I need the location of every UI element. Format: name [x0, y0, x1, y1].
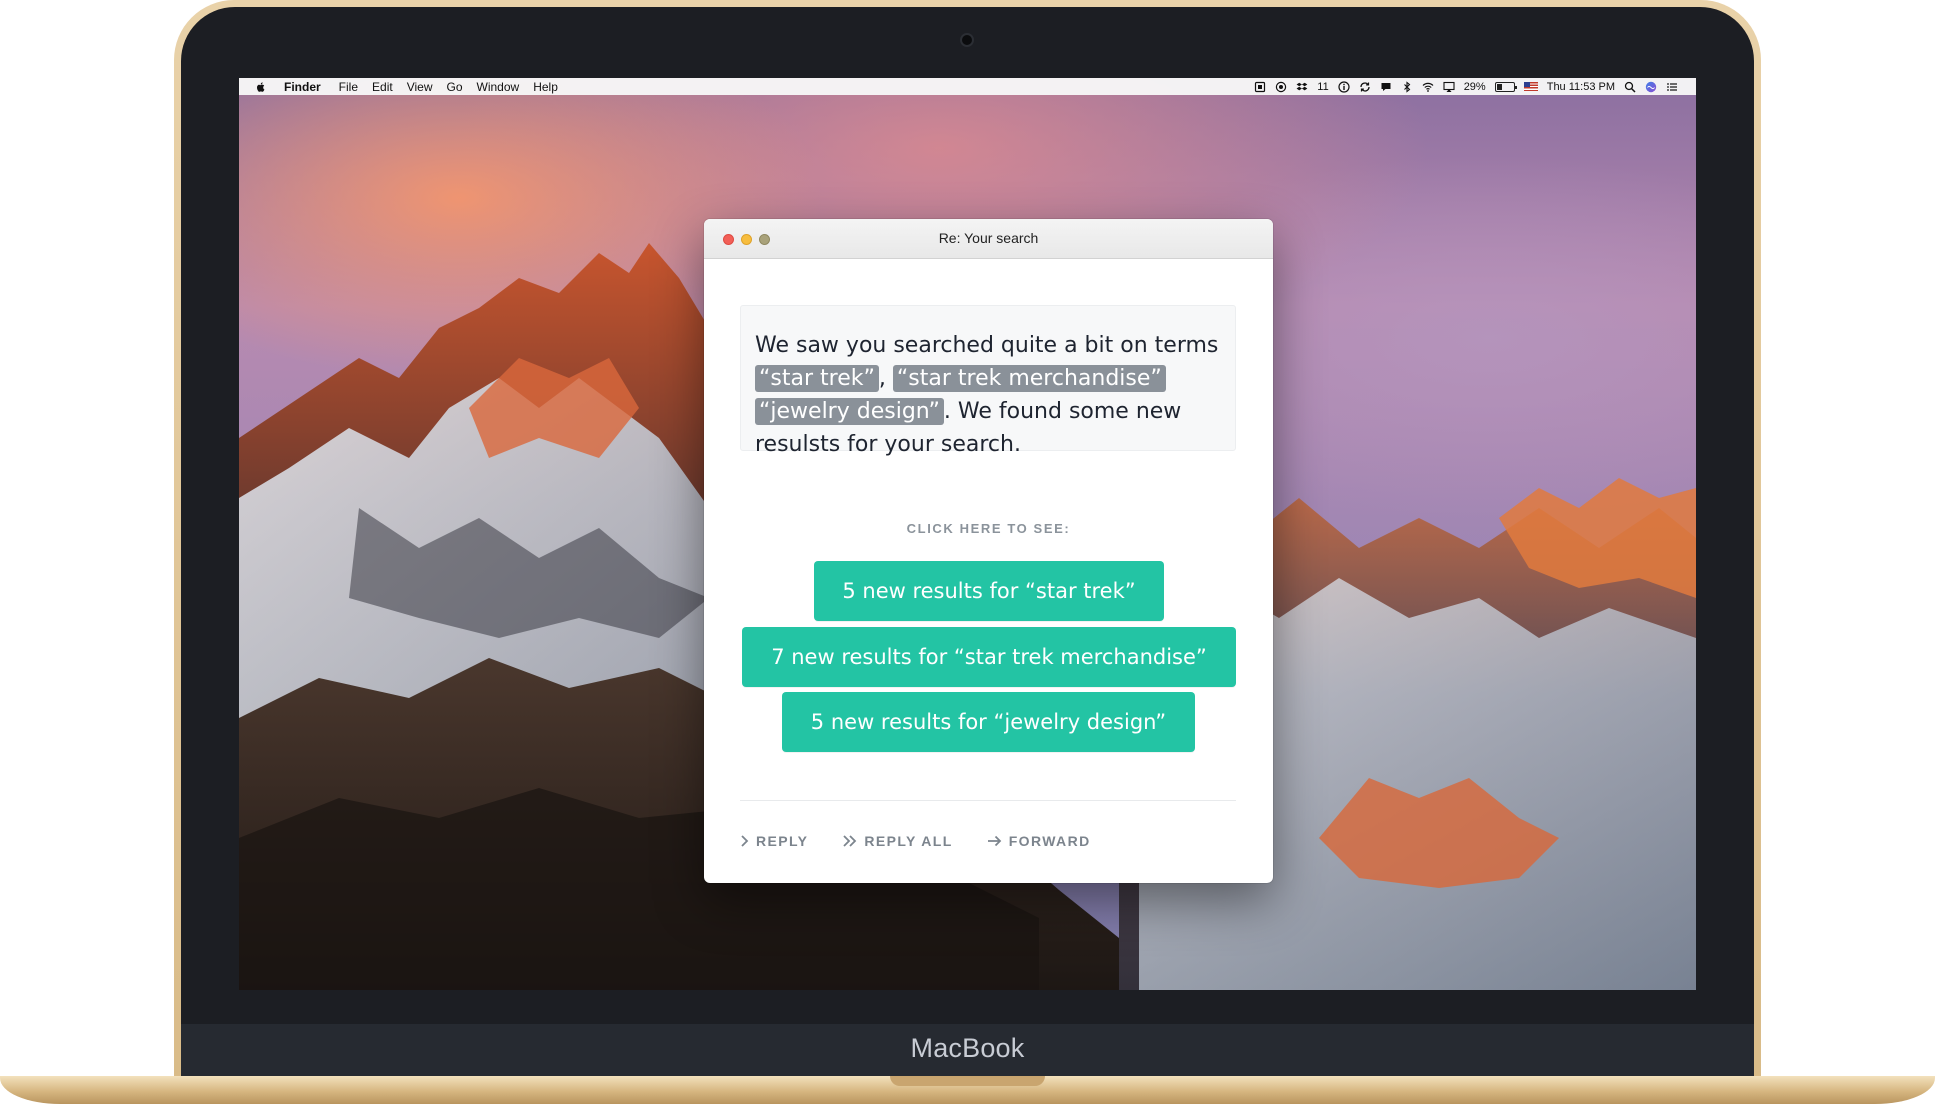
apple-icon[interactable] — [255, 81, 267, 93]
menu-file[interactable]: File — [339, 80, 358, 94]
battery-percent: 29% — [1463, 80, 1486, 93]
results-star-trek-merchandise-button[interactable]: 7 new results for “star trek merchandise… — [742, 627, 1236, 687]
reply-label: REPLY — [756, 833, 809, 849]
window-title: Re: Your search — [938, 230, 1039, 246]
email-window: Re: Your search We saw you searched quit… — [704, 219, 1273, 883]
battery-icon[interactable] — [1494, 81, 1517, 92]
message-body: We saw you searched quite a bit on terms… — [740, 305, 1236, 457]
sync-icon[interactable] — [1359, 81, 1371, 93]
menu-view[interactable]: View — [407, 80, 433, 94]
wifi-icon[interactable] — [1422, 81, 1434, 93]
forward-label: FORWARD — [1008, 833, 1091, 849]
menu-edit[interactable]: Edit — [372, 80, 393, 94]
siri-icon[interactable] — [1645, 81, 1657, 93]
bluetooth-icon[interactable] — [1401, 80, 1413, 93]
ticket-icon[interactable] — [1254, 81, 1266, 93]
menu-app-finder[interactable]: Finder — [284, 80, 321, 94]
arrow-right-icon — [987, 835, 1001, 847]
message-comma: , — [878, 366, 886, 391]
reply-all-button[interactable]: REPLY ALL — [842, 833, 952, 849]
cta-label: CLICK HERE TO SEE: — [906, 521, 1071, 536]
notification-count: 11 — [1317, 80, 1329, 93]
laptop-notch — [890, 1076, 1045, 1086]
menu-bar: Finder File Edit View Go Window Help 11 … — [239, 78, 1696, 95]
device-brand: MacBook — [910, 1033, 1025, 1063]
list-icon[interactable] — [1666, 81, 1678, 93]
search-term-chip: “jewelry design” — [755, 398, 944, 425]
dropbox-icon[interactable] — [1296, 81, 1308, 93]
menu-clock[interactable]: Thu 11:53 PM — [1547, 81, 1615, 93]
double-chevron-right-icon — [843, 835, 857, 847]
airplay-icon[interactable] — [1443, 81, 1455, 93]
search-term-chip: “star trek” — [755, 365, 879, 392]
divider — [740, 800, 1236, 801]
camera-icon — [960, 33, 974, 47]
email-actions: REPLY REPLY ALL FORWARD — [740, 832, 1125, 850]
info-icon[interactable] — [1338, 80, 1350, 93]
menu-go[interactable]: Go — [447, 80, 463, 94]
search-icon[interactable] — [1624, 81, 1636, 93]
chat-icon[interactable] — [1380, 81, 1392, 93]
menu-help[interactable]: Help — [533, 80, 558, 94]
results-jewelry-design-button[interactable]: 5 new results for “jewelry design” — [782, 692, 1195, 752]
forward-button[interactable]: FORWARD — [987, 833, 1091, 849]
search-term-chip: “star trek merchandise” — [892, 365, 1166, 392]
chevron-right-icon — [741, 835, 749, 847]
reply-button[interactable]: REPLY — [740, 833, 808, 849]
menu-window[interactable]: Window — [477, 80, 520, 94]
window-titlebar[interactable]: Re: Your search — [704, 219, 1273, 259]
target-icon[interactable] — [1275, 81, 1287, 93]
message-text-before: We saw you searched quite a bit on terms — [755, 333, 1219, 358]
flag-icon[interactable] — [1523, 82, 1538, 91]
results-star-trek-button[interactable]: 5 new results for “star trek” — [814, 561, 1164, 621]
reply-all-label: REPLY ALL — [864, 833, 953, 849]
